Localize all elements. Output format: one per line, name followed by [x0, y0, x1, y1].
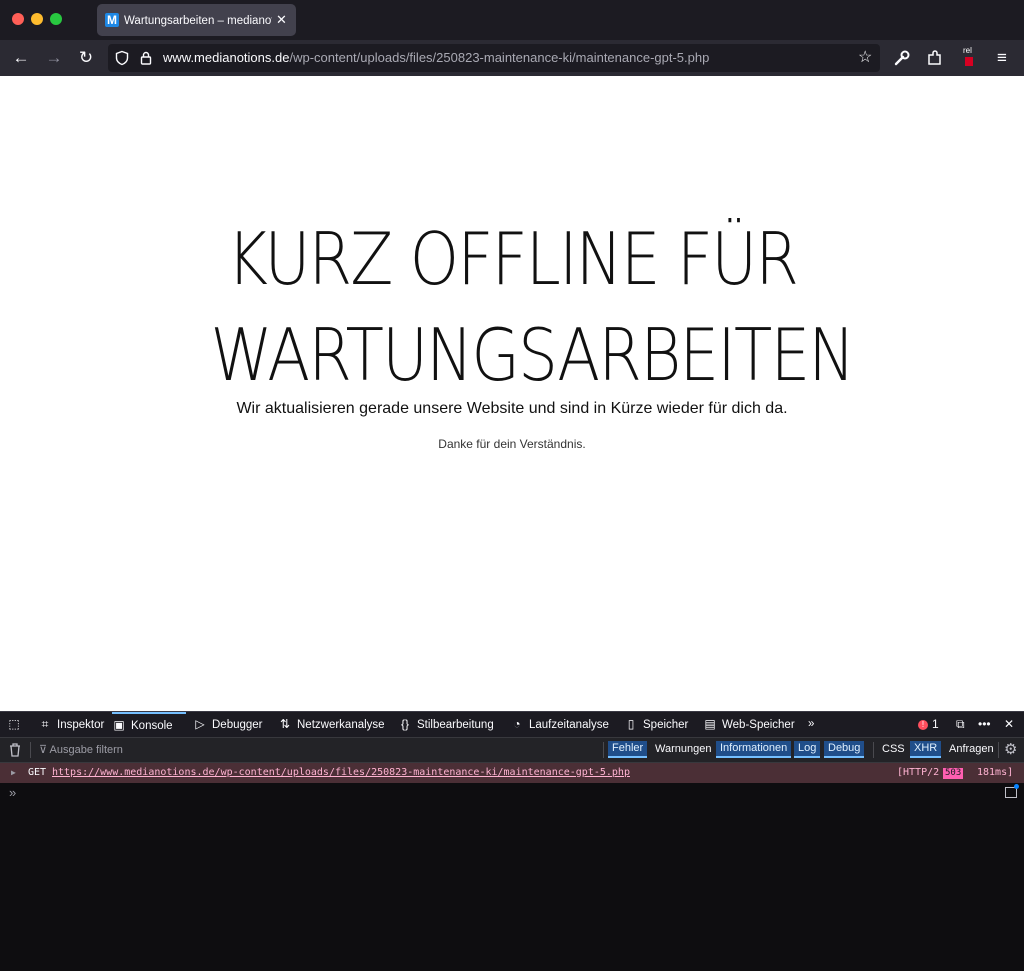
web-page: KURZ OFFLINE FÜR WARTUNGSARBEITEN Wir ak…	[0, 76, 1024, 711]
extension-rel-label: rel	[963, 46, 972, 55]
tab-style-editor-label: Stilbearbeitung	[417, 719, 494, 731]
filter-log-button[interactable]: Log	[794, 741, 821, 758]
tab-storage-label: Web-Speicher	[722, 719, 795, 731]
browser-window: M Wartungsarbeiten – medianotions ✕ ← → …	[0, 0, 1024, 971]
tab-style-editor[interactable]: {} Stilbearbeitung	[398, 712, 494, 737]
tab-console-label: Konsole	[131, 720, 173, 732]
performance-gauge-icon: ◔	[513, 717, 521, 731]
error-icon: !	[918, 719, 928, 730]
extension-rel-icon[interactable]: rel	[962, 46, 976, 68]
back-arrow-icon[interactable]: ←	[11, 48, 31, 68]
expand-triangle-icon[interactable]: ▶	[11, 763, 16, 783]
hamburger-menu-icon[interactable]: ≡	[992, 48, 1012, 68]
reload-icon[interactable]: ↻	[76, 48, 96, 68]
headline-line-1: KURZ OFFLINE FÜR	[226, 217, 799, 301]
tab-performance-label: Laufzeitanalyse	[529, 719, 609, 731]
tab-debugger-label: Debugger	[212, 719, 263, 731]
divider	[603, 742, 604, 758]
console-error-message[interactable]: ▶ GET https://www.medianotions.de/wp-con…	[0, 763, 1024, 783]
forward-arrow-icon[interactable]: →	[44, 48, 64, 68]
tab-title: Wartungsarbeiten – medianotions	[124, 15, 272, 27]
network-icon: ⇅	[279, 717, 291, 731]
shield-icon[interactable]	[114, 50, 130, 66]
tab-console[interactable]: ▣ Konsole	[112, 712, 186, 737]
request-time: 181ms]	[977, 767, 1014, 778]
storage-icon: ▤	[704, 717, 716, 731]
filter-input[interactable]: ⊽ Ausgabe filtern	[39, 743, 123, 757]
filter-info-button[interactable]: Informationen	[716, 741, 792, 758]
extension-rel-marker	[965, 57, 973, 66]
close-devtools-icon[interactable]: ✕	[1004, 712, 1014, 737]
zoom-window-button[interactable]	[50, 13, 62, 25]
filter-requests-button[interactable]: Anfragen	[945, 741, 998, 758]
browser-tab[interactable]: M Wartungsarbeiten – medianotions ✕	[97, 4, 296, 36]
minimize-window-button[interactable]	[31, 13, 43, 25]
clear-console-trash-icon[interactable]	[8, 742, 22, 758]
memory-chip-icon: ▯	[627, 717, 635, 731]
tab-close-icon[interactable]: ✕	[276, 11, 287, 29]
tab-memory[interactable]: ▯ Speicher	[624, 712, 689, 737]
status-badge: 503	[943, 768, 964, 779]
request-protocol: [HTTP/2	[897, 767, 940, 778]
address-bar[interactable]: www.medianotions.de/wp-content/uploads/f…	[108, 44, 880, 72]
url-domain: www.medianotions.de	[163, 50, 290, 65]
filter-css-button[interactable]: CSS	[878, 741, 909, 758]
debugger-icon: ▷	[195, 717, 205, 731]
tab-storage[interactable]: ▤ Web-Speicher	[703, 712, 795, 737]
divider	[873, 742, 874, 758]
tab-performance[interactable]: ◔ Laufzeitanalyse	[510, 712, 609, 737]
filter-placeholder: Ausgabe filtern	[49, 744, 123, 756]
wrench-icon[interactable]	[892, 48, 912, 68]
error-count: 1	[932, 717, 939, 731]
headline-line-2: WARTUNGSARBEITEN	[210, 313, 855, 397]
console-icon: ▣	[113, 718, 125, 732]
more-tabs-chevron-icon[interactable]: »	[808, 712, 814, 737]
console-input-prompt-icon[interactable]: »	[9, 785, 16, 801]
title-bar: M Wartungsarbeiten – medianotions ✕	[0, 0, 1024, 40]
tab-inspector[interactable]: ⌗ Inspektor	[38, 712, 105, 737]
tab-network[interactable]: ⇅ Netzwerkanalyse	[278, 712, 385, 737]
filter-errors-button[interactable]: Fehler	[608, 741, 648, 758]
tab-debugger[interactable]: ▷ Debugger	[193, 712, 263, 737]
lock-icon[interactable]	[138, 50, 154, 66]
style-editor-icon: {}	[400, 717, 409, 731]
tab-inspector-label: Inspektor	[57, 719, 105, 731]
divider	[998, 742, 999, 758]
inspector-icon: ⌗	[41, 717, 49, 731]
devtools-toolbar: ⬚ ⌗ Inspektor ▣ Konsole ▷ Debugger ⇅ Netzwer…	[0, 711, 1024, 737]
site-favicon-icon: M	[105, 13, 119, 27]
bookmark-star-icon[interactable]: ☆	[858, 49, 872, 67]
tab-memory-label: Speicher	[643, 719, 689, 731]
editor-mode-toggle-icon[interactable]	[1005, 784, 1019, 798]
dock-toggle-icon[interactable]: ⧉	[956, 712, 965, 737]
console-filter-bar: ⊽ Ausgabe filtern Fehler Warnungen Infor…	[0, 737, 1024, 763]
extensions-puzzle-icon[interactable]	[925, 48, 945, 68]
url-path: /wp-content/uploads/files/250823-mainten…	[289, 50, 710, 65]
close-window-button[interactable]	[12, 13, 24, 25]
navigation-bar: ← → ↻ www.medianotions.de/wp-content/upl…	[0, 40, 1024, 76]
element-picker-icon[interactable]: ⬚	[7, 712, 26, 737]
tab-network-label: Netzwerkanalyse	[297, 719, 385, 731]
thanks-note: Danke für dein Verständnis.	[438, 437, 586, 451]
more-options-icon[interactable]: •••	[978, 712, 991, 737]
console-settings-gear-icon[interactable]: ⚙	[1004, 741, 1017, 759]
lead-text: Wir aktualisieren gerade unsere Website …	[236, 400, 788, 417]
request-url-link[interactable]: https://www.medianotions.de/wp-content/u…	[52, 763, 630, 783]
filter-xhr-button[interactable]: XHR	[910, 741, 942, 758]
filter-warnings-button[interactable]: Warnungen	[651, 741, 715, 758]
divider	[30, 742, 31, 758]
console-output: ▶ GET https://www.medianotions.de/wp-con…	[0, 763, 1024, 971]
request-method: GET	[28, 767, 47, 778]
filter-debug-button[interactable]: Debug	[824, 741, 865, 758]
filter-funnel-icon: ⊽	[39, 744, 48, 756]
url-text[interactable]: www.medianotions.de/wp-content/uploads/f…	[163, 50, 709, 66]
error-counter[interactable]: ! 1	[918, 712, 939, 737]
